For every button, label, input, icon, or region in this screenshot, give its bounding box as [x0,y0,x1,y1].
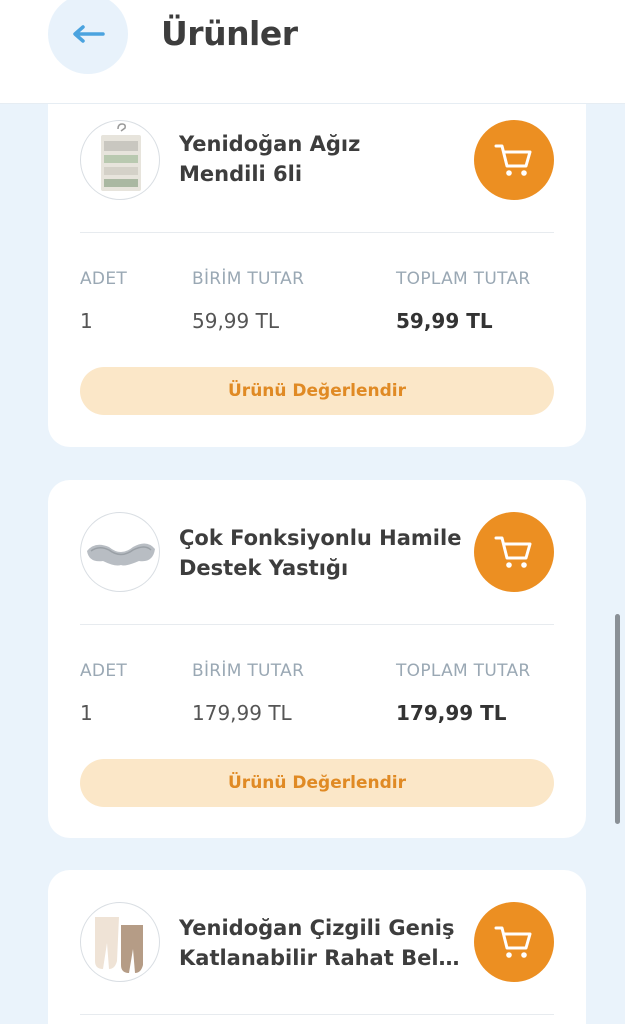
add-to-cart-button[interactable] [474,120,554,200]
product-name: Yenidoğan Çizgili Geniş Katlanabilir Rah… [179,913,479,973]
product-card: Çok Fonksiyonlu Hamile Destek Yastığı AD… [48,480,586,838]
rate-product-button[interactable]: Ürünü Değerlendir [80,367,554,415]
qty-label: ADET [80,269,128,289]
total-price-value: 179,99 TL [396,701,507,725]
product-name: Çok Fonksiyonlu Hamile Destek Yastığı [179,523,479,583]
product-thumbnail [80,512,160,592]
qty-label: ADET [80,661,128,681]
qty-value: 1 [80,309,93,333]
product-thumbnail [80,902,160,982]
product-name: Yenidoğan Ağız Mendili 6li [179,129,479,189]
product-card: Yenidoğan Çizgili Geniş Katlanabilir Rah… [48,870,586,1024]
cart-icon [494,926,532,958]
unit-price-value: 179,99 TL [192,701,292,725]
product-card: Yenidoğan Ağız Mendili 6li ADET BİRİM TU… [48,104,586,447]
product-name-line1: Yenidoğan Çizgili Geniş [179,916,455,940]
product-name-line2: Katlanabilir Rahat Bel… [179,946,460,970]
add-to-cart-button[interactable] [474,902,554,982]
scrollbar[interactable] [615,614,620,824]
divider [80,624,554,625]
unit-price-value: 59,99 TL [192,309,279,333]
divider [80,232,554,233]
arrow-left-icon [73,25,105,43]
total-price-label: TOPLAM TUTAR [396,269,531,289]
divider [80,1014,554,1015]
total-price-label: TOPLAM TUTAR [396,661,531,681]
product-name-line2: Mendili 6li [179,162,303,186]
unit-price-label: BİRİM TUTAR [192,269,305,289]
product-name-line1: Çok Fonksiyonlu Hamile [179,526,462,550]
product-thumbnail [80,120,160,200]
page-title: Ürünler [161,14,298,53]
cart-icon [494,144,532,176]
total-price-value: 59,99 TL [396,309,493,333]
unit-price-label: BİRİM TUTAR [192,661,305,681]
qty-value: 1 [80,701,93,725]
add-to-cart-button[interactable] [474,512,554,592]
product-name-line2: Destek Yastığı [179,556,349,580]
back-button[interactable] [48,0,128,74]
cart-icon [494,536,532,568]
top-app-bar: Ürünler [0,0,625,104]
product-name-line1: Yenidoğan Ağız [179,132,361,156]
rate-product-button[interactable]: Ürünü Değerlendir [80,759,554,807]
product-list[interactable]: Yenidoğan Ağız Mendili 6li ADET BİRİM TU… [0,104,625,1024]
